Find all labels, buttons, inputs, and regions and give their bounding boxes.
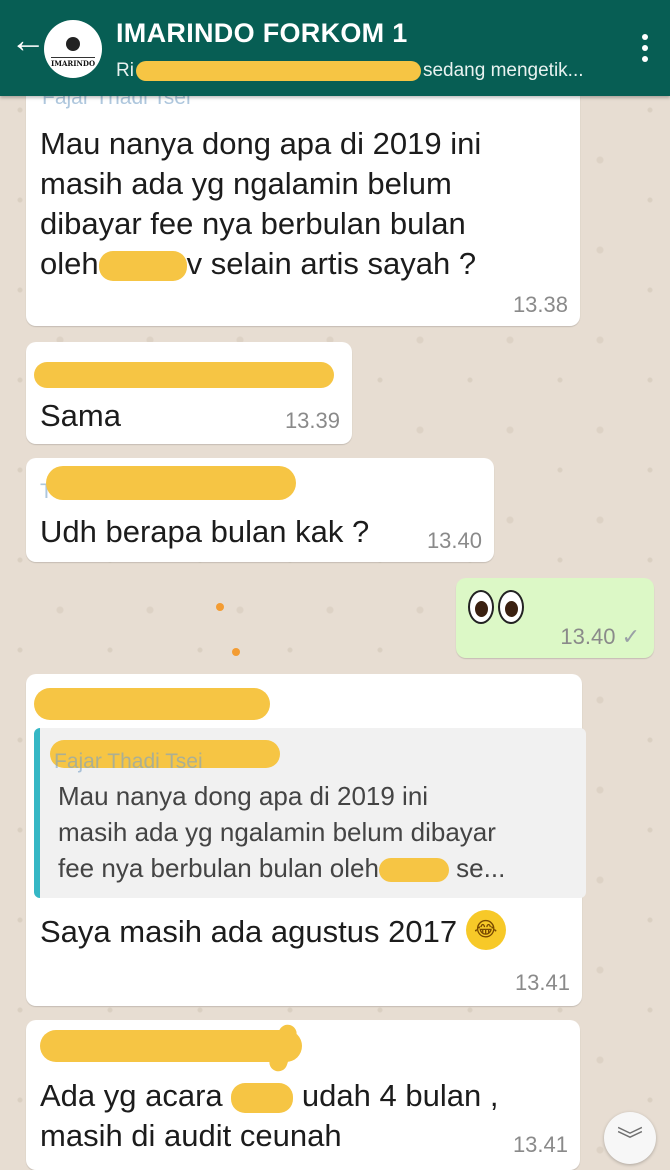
more-vert-icon[interactable] <box>642 34 648 67</box>
decorative-dot <box>216 603 224 611</box>
typing-status: Ri sedang mengetik... <box>116 60 584 82</box>
message-bubble[interactable]: Fajar Thadi Tsei Mau nanya dong apa di 2… <box>26 674 586 1006</box>
quoted-message[interactable]: Fajar Thadi Tsei Mau nanya dong apa di 2… <box>34 728 586 898</box>
message-bubble[interactable]: Fajar Thadi Tsei Mau nanya dong apa di 2… <box>26 86 580 326</box>
typing-status-suffix: sedang mengetik... <box>422 60 584 81</box>
chat-header: ← IMARINDO IMARINDO FORKOM 1 Ri sedang me… <box>0 0 670 96</box>
group-avatar[interactable]: IMARINDO <box>44 20 102 78</box>
message-time: 13.39 <box>284 408 340 433</box>
message-time: 13.41 <box>514 970 570 995</box>
message-line: masih di audit ceunah <box>40 1118 342 1153</box>
redaction-mark <box>378 858 449 883</box>
redaction-mark <box>34 688 270 720</box>
message-time: 13.40 <box>426 528 482 553</box>
message-bubble-outgoing[interactable]: 13.40 ✓ <box>456 578 654 658</box>
message-line: oleh v selain artis sayah ? <box>40 246 477 281</box>
group-title[interactable]: IMARINDO FORKOM 1 <box>116 18 408 49</box>
decorative-dot <box>232 648 240 656</box>
typing-status-prefix: Ri <box>116 60 134 81</box>
quoted-sender: Fajar Thadi Tsei <box>54 750 203 773</box>
quoted-text: Mau nanya dong apa di 2019 ini masih ada… <box>58 781 506 883</box>
message-time: 13.41 <box>512 1132 568 1157</box>
avatar-logo-text: IMARINDO <box>50 56 96 68</box>
redaction-mark <box>40 1030 302 1062</box>
message-time-row: 13.40 ✓ <box>560 624 640 650</box>
double-check-icon: ✓ <box>621 624 640 649</box>
redaction-mark <box>98 250 187 281</box>
message-line: Ada yg acara udah 4 bulan , <box>40 1078 499 1113</box>
message-line: dibayar fee nya berbulan bulan <box>40 206 466 241</box>
redaction-mark <box>46 466 296 500</box>
redaction-mark <box>135 60 421 81</box>
message-text: Saya masih ada agustus 2017 😂 <box>40 909 506 954</box>
eyes-emoji <box>468 590 524 624</box>
face-with-tears-of-joy-emoji: 😂 <box>465 909 506 950</box>
message-bubble[interactable]: Ada yg acara udah 4 bulan , masih di aud… <box>26 1020 580 1170</box>
redaction-mark <box>34 362 334 388</box>
logo-mark <box>66 36 80 51</box>
redaction-mark <box>231 1082 294 1113</box>
message-bubble[interactable]: Sama 13.39 <box>26 342 352 444</box>
arrow-left-icon[interactable]: ← <box>10 22 46 58</box>
message-bubble[interactable]: T Udh berapa bulan kak ? 13.40 <box>26 458 494 562</box>
message-time: 13.40 <box>560 624 616 649</box>
message-line: masih ada yg ngalamin belum <box>40 166 452 201</box>
message-text: Mau nanya dong apa di 2019 ini masih ada… <box>40 124 570 284</box>
message-time: 13.38 <box>512 292 568 317</box>
message-text: Ada yg acara udah 4 bulan , masih di aud… <box>40 1076 580 1156</box>
message-text: Udh berapa bulan kak ? <box>40 514 370 549</box>
message-text: Sama <box>40 398 121 433</box>
message-line: Mau nanya dong apa di 2019 ini <box>40 126 482 161</box>
double-chevron-down-icon[interactable]: ︾ <box>604 1112 656 1164</box>
